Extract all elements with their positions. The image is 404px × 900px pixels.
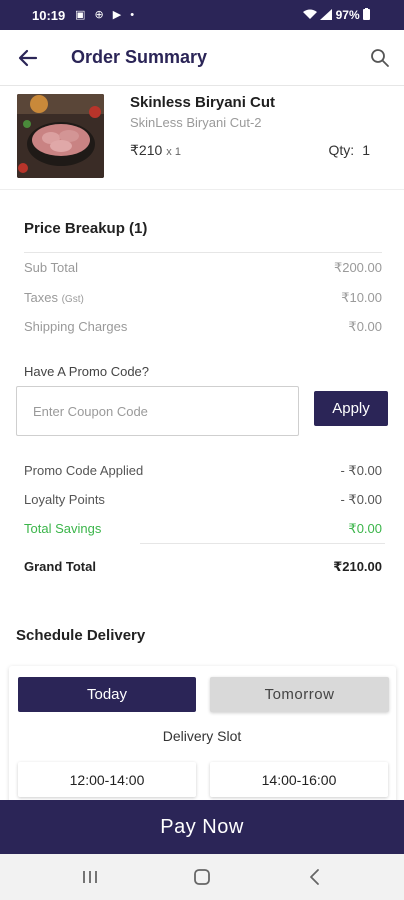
app-header: Order Summary — [0, 30, 404, 86]
taxes-value: ₹10.00 — [341, 290, 382, 305]
delivery-slot-label: Delivery Slot — [162, 728, 242, 744]
status-right: 97% — [302, 8, 370, 22]
subtotal-row: Sub Total ₹200.00 — [24, 260, 382, 275]
loyalty-value: - ₹0.00 — [340, 492, 382, 507]
shipping-row: Shipping Charges ₹0.00 — [24, 319, 382, 334]
product-price-line: ₹210 x 1 — [130, 142, 181, 159]
battery-icon — [363, 8, 370, 20]
promo-applied-label: Promo Code Applied — [24, 463, 144, 478]
schedule-delivery-title: Schedule Delivery — [16, 627, 146, 644]
coupon-code-input[interactable] — [16, 386, 299, 436]
slot-button[interactable]: 14:00-16:00 — [210, 762, 388, 797]
home-icon[interactable] — [191, 866, 213, 888]
tab-tomorrow[interactable]: Tomorrow — [210, 677, 389, 712]
notification-icons: ▣ ⊕ ▶ • — [75, 9, 138, 21]
tab-today[interactable]: Today — [18, 677, 196, 712]
shipping-label: Shipping Charges — [24, 319, 128, 334]
grand-total-row: Grand Total ₹210.00 — [24, 559, 382, 574]
subtotal-value: ₹200.00 — [333, 260, 382, 275]
product-image — [17, 94, 104, 178]
savings-row: Total Savings ₹0.00 — [24, 521, 382, 536]
taxes-label: Taxes — [24, 290, 58, 305]
back-arrow-icon[interactable] — [16, 46, 40, 70]
taxes-row: Taxes (Gst) ₹10.00 — [24, 290, 382, 305]
pay-now-button[interactable]: Pay Now — [0, 800, 404, 854]
product-variant: SkinLess Biryani Cut-2 — [130, 115, 262, 130]
divider — [140, 543, 385, 544]
promo-applied-row: Promo Code Applied - ₹0.00 — [24, 463, 382, 478]
price-breakup-title: Price Breakup (1) — [24, 220, 148, 237]
divider — [24, 252, 382, 253]
promo-applied-value: - ₹0.00 — [340, 463, 382, 478]
savings-label: Total Savings — [24, 521, 102, 536]
wifi-icon — [302, 9, 317, 19]
product-multiplier: x 1 — [166, 146, 181, 158]
taxes-note: (Gst) — [61, 294, 84, 305]
order-item: Skinless Biryani Cut SkinLess Biryani Cu… — [0, 86, 404, 190]
product-qty: Qty: 1 — [329, 142, 370, 158]
promo-label: Have A Promo Code? — [24, 364, 150, 379]
grand-total-value: ₹210.00 — [333, 559, 382, 574]
grand-total-label: Grand Total — [24, 559, 96, 574]
shipping-value: ₹0.00 — [348, 319, 382, 334]
system-nav-bar — [0, 854, 404, 900]
back-icon[interactable] — [304, 866, 326, 888]
subtotal-label: Sub Total — [24, 260, 78, 275]
product-price: ₹210 — [130, 142, 163, 158]
qty-value: 1 — [362, 142, 370, 158]
slot-button[interactable]: 12:00-14:00 — [18, 762, 196, 797]
status-time: 10:19 — [32, 8, 66, 23]
page-title: Order Summary — [71, 47, 208, 67]
status-bar: 10:19 ▣ ⊕ ▶ • 97% — [0, 0, 404, 30]
signal-icon — [320, 9, 333, 20]
apply-button[interactable]: Apply — [314, 391, 388, 426]
savings-value: ₹0.00 — [348, 521, 382, 536]
product-name: Skinless Biryani Cut — [130, 94, 276, 111]
loyalty-row: Loyalty Points - ₹0.00 — [24, 492, 382, 507]
recent-apps-icon[interactable] — [79, 866, 101, 888]
battery-percent: 97% — [335, 8, 360, 22]
loyalty-label: Loyalty Points — [24, 492, 105, 507]
qty-label: Qty: — [328, 142, 355, 158]
search-icon[interactable] — [370, 48, 390, 68]
